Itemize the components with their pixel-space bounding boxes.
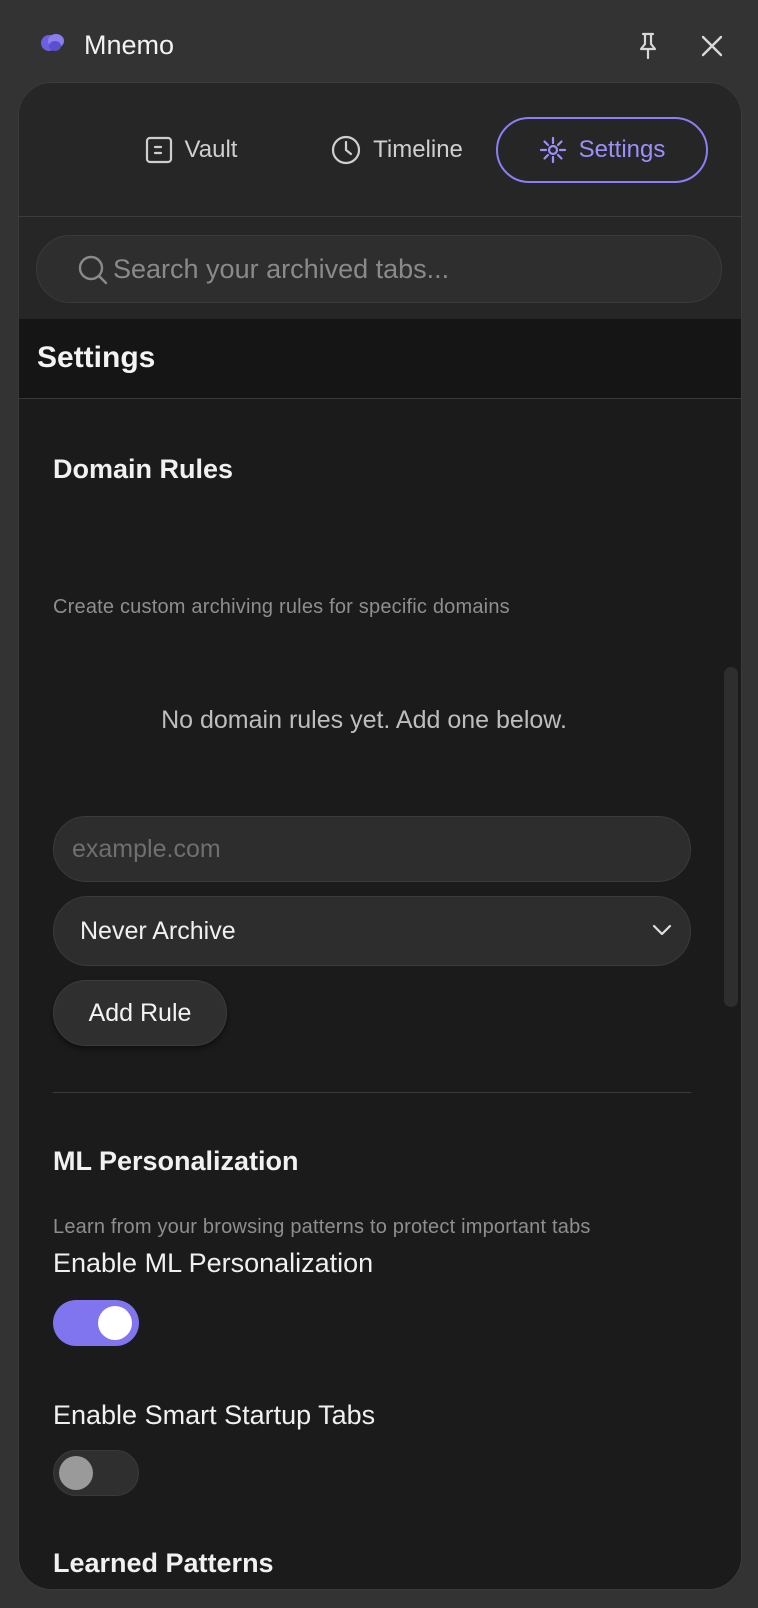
- pin-button[interactable]: [628, 26, 668, 66]
- top-area: Vault Timeline Settings: [19, 83, 741, 319]
- toggle-knob: [59, 1456, 93, 1490]
- smart-startup-tabs-toggle[interactable]: [53, 1450, 139, 1496]
- learned-patterns-title: Learned Patterns: [53, 1548, 274, 1578]
- tab-vault-label: Vault: [184, 136, 238, 163]
- archive-action-select[interactable]: Never Archive: [53, 896, 691, 966]
- scrollbar-thumb[interactable]: [724, 667, 738, 1007]
- domain-rules-title: Domain Rules: [53, 454, 234, 484]
- section-divider: [53, 1092, 691, 1093]
- close-button[interactable]: [692, 26, 732, 66]
- chevron-down-icon: [652, 924, 672, 936]
- page-title: Settings: [37, 341, 156, 374]
- domain-rules-empty-message: No domain rules yet. Add one below.: [161, 706, 567, 734]
- title-bar: Mnemo: [0, 0, 758, 86]
- tab-settings-label: Settings: [578, 136, 666, 163]
- tab-timeline-label: Timeline: [373, 136, 463, 163]
- close-icon: [701, 35, 723, 57]
- settings-content: Domain Rules Create custom archiving rul…: [19, 400, 741, 1589]
- domain-rules-description: Create custom archiving rules for specif…: [53, 596, 510, 618]
- vault-icon: [145, 136, 172, 164]
- tab-settings[interactable]: Settings: [496, 117, 708, 183]
- ml-personalization-toggle-label: Enable ML Personalization: [53, 1248, 374, 1278]
- tab-bar: Vault Timeline Settings: [19, 83, 741, 217]
- domain-input[interactable]: [53, 816, 691, 882]
- settings-header: Settings: [19, 319, 741, 399]
- search-input[interactable]: [111, 236, 701, 302]
- add-rule-button[interactable]: Add Rule: [53, 980, 227, 1046]
- clock-icon: [331, 135, 361, 165]
- search-bar: [36, 235, 722, 303]
- pin-icon: [639, 32, 657, 60]
- search-icon: [78, 255, 108, 285]
- toggle-knob: [98, 1306, 132, 1340]
- archive-action-value: Never Archive: [80, 917, 236, 945]
- ml-personalization-description: Learn from your browsing patterns to pro…: [53, 1216, 591, 1238]
- tab-vault[interactable]: Vault: [85, 117, 297, 183]
- brain-logo-icon: [41, 34, 64, 51]
- app-title: Mnemo: [84, 30, 175, 60]
- tab-timeline[interactable]: Timeline: [291, 117, 503, 183]
- ml-personalization-title: ML Personalization: [53, 1146, 299, 1176]
- smart-startup-tabs-toggle-label: Enable Smart Startup Tabs: [53, 1400, 376, 1430]
- settings-icon: [539, 136, 566, 164]
- ml-personalization-toggle[interactable]: [53, 1300, 139, 1346]
- main-panel: Vault Timeline Settings Search your arch…: [18, 82, 742, 1590]
